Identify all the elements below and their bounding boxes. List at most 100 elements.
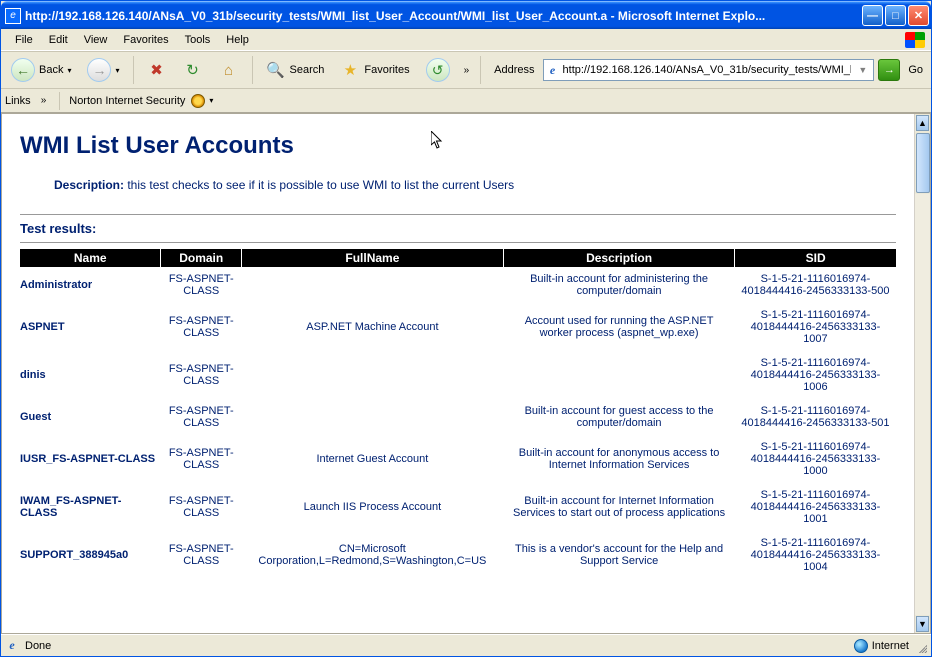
forward-icon: → [87, 58, 111, 82]
links-label[interactable]: Links [5, 95, 31, 107]
go-button[interactable]: → [878, 59, 900, 81]
stop-button[interactable]: ✖ [141, 57, 173, 83]
separator [133, 56, 134, 84]
menu-tools[interactable]: Tools [177, 32, 219, 48]
table-row: SUPPORT_388945a0FS-ASPNET-CLASSCN=Micros… [20, 531, 896, 579]
vertical-scrollbar[interactable]: ▲ ▼ [914, 114, 930, 633]
toolbar-overflow-icon[interactable]: » [460, 65, 474, 76]
url-input[interactable] [560, 64, 855, 76]
toolbar: ← Back ▾ → ▾ ✖ ↻ ⌂ 🔍 Search ★ Favorites … [1, 51, 931, 89]
resize-grip-icon[interactable] [913, 639, 927, 653]
home-icon: ⌂ [219, 60, 239, 80]
cell-description: Built-in account for anonymous access to… [503, 435, 735, 483]
search-button[interactable]: 🔍 Search [260, 57, 331, 83]
star-icon: ★ [340, 60, 360, 80]
separator [252, 56, 253, 84]
table-row: ASPNETFS-ASPNET-CLASSASP.NET Machine Acc… [20, 303, 896, 351]
divider [20, 242, 896, 243]
cell-description [503, 351, 735, 399]
table-row: AdministratorFS-ASPNET-CLASS Built-in acc… [20, 267, 896, 303]
cell-fullname: Launch IIS Process Account [242, 483, 504, 531]
address-bar: Address e ▼ → Go [488, 59, 927, 81]
scroll-thumb[interactable] [916, 133, 930, 193]
table-row: IUSR_FS-ASPNET-CLASSFS-ASPNET-CLASSInter… [20, 435, 896, 483]
links-overflow-icon[interactable]: » [37, 95, 51, 106]
window-title: http://192.168.126.140/ANsA_V0_31b/secur… [25, 9, 862, 23]
home-button[interactable]: ⌂ [213, 57, 245, 83]
maximize-button[interactable]: □ [885, 5, 906, 26]
scroll-down-icon[interactable]: ▼ [916, 616, 929, 632]
windows-flag-icon [905, 32, 925, 48]
results-label: Test results: [20, 221, 896, 236]
cell-domain: FS-ASPNET-CLASS [161, 267, 242, 303]
scroll-up-icon[interactable]: ▲ [916, 115, 929, 131]
cell-name: SUPPORT_388945a0 [20, 531, 161, 579]
address-dropdown-icon[interactable]: ▼ [854, 65, 871, 75]
table-row: IWAM_FS-ASPNET-CLASSFS-ASPNET-CLASSLaunc… [20, 483, 896, 531]
titlebar: e http://192.168.126.140/ANsA_V0_31b/sec… [1, 1, 931, 29]
stop-icon: ✖ [147, 60, 167, 80]
cell-fullname [242, 399, 504, 435]
norton-icon-link[interactable]: ▾ [191, 94, 213, 108]
minimize-button[interactable]: ― [862, 5, 883, 26]
status-bar: e Done Internet [1, 634, 931, 656]
menu-favorites[interactable]: Favorites [115, 32, 176, 48]
description-label: Description: [54, 178, 124, 192]
page-heading: WMI List User Accounts [20, 132, 896, 160]
cell-description: Built-in account for Internet Informatio… [503, 483, 735, 531]
cell-fullname [242, 351, 504, 399]
cell-sid: S-1-5-21-1116016974-4018444416-245633313… [735, 267, 896, 303]
cell-description: Account used for running the ASP.NET wor… [503, 303, 735, 351]
separator [480, 56, 481, 84]
cell-name: dinis [20, 351, 161, 399]
cell-domain: FS-ASPNET-CLASS [161, 399, 242, 435]
status-text: Done [25, 640, 51, 652]
back-dropdown-icon: ▾ [67, 66, 71, 75]
cell-sid: S-1-5-21-1116016974-4018444416-245633313… [735, 531, 896, 579]
cell-description: Built-in account for administering the c… [503, 267, 735, 303]
ie-icon: e [5, 8, 21, 24]
cell-sid: S-1-5-21-1116016974-4018444416-245633313… [735, 483, 896, 531]
media-icon: ↺ [426, 58, 450, 82]
page-content: WMI List User Accounts Description: this… [2, 114, 914, 633]
refresh-button[interactable]: ↻ [177, 57, 209, 83]
norton-link[interactable]: Norton Internet Security [69, 95, 185, 107]
content-area: WMI List User Accounts Description: this… [1, 113, 931, 634]
cell-name: Guest [20, 399, 161, 435]
favorites-button[interactable]: ★ Favorites [334, 57, 415, 83]
forward-button[interactable]: → ▾ [81, 55, 125, 85]
col-description: Description [503, 249, 735, 267]
cell-name: ASPNET [20, 303, 161, 351]
media-button[interactable]: ↺ [420, 55, 456, 85]
description-row: Description: this test checks to see if … [54, 178, 896, 192]
cell-sid: S-1-5-21-1116016974-4018444416-245633313… [735, 399, 896, 435]
table-header-row: Name Domain FullName Description SID [20, 249, 896, 267]
cell-domain: FS-ASPNET-CLASS [161, 531, 242, 579]
cell-sid: S-1-5-21-1116016974-4018444416-245633313… [735, 351, 896, 399]
menu-file[interactable]: File [7, 32, 41, 48]
cell-sid: S-1-5-21-1116016974-4018444416-245633313… [735, 435, 896, 483]
col-name: Name [20, 249, 161, 267]
internet-zone-icon [854, 639, 868, 653]
cell-fullname: Internet Guest Account [242, 435, 504, 483]
description-text: this test checks to see if it is possibl… [124, 178, 514, 192]
divider [20, 214, 896, 215]
col-fullname: FullName [242, 249, 504, 267]
table-row: GuestFS-ASPNET-CLASS Built-in account for… [20, 399, 896, 435]
favorites-label: Favorites [364, 64, 409, 76]
norton-icon [191, 94, 205, 108]
back-label: Back [39, 64, 63, 76]
scroll-track[interactable] [915, 194, 930, 615]
page-icon: e [546, 63, 560, 77]
cell-description: Built-in account for guest access to the… [503, 399, 735, 435]
address-label: Address [494, 64, 538, 76]
address-field[interactable]: e ▼ [543, 59, 875, 81]
cell-fullname: CN=Microsoft Corporation,L=Redmond,S=Was… [242, 531, 504, 579]
menu-edit[interactable]: Edit [41, 32, 76, 48]
cell-name: Administrator [20, 267, 161, 303]
back-button[interactable]: ← Back ▾ [5, 55, 77, 85]
menu-view[interactable]: View [76, 32, 116, 48]
menu-help[interactable]: Help [218, 32, 257, 48]
cell-name: IWAM_FS-ASPNET-CLASS [20, 483, 161, 531]
close-button[interactable]: ✕ [908, 5, 929, 26]
